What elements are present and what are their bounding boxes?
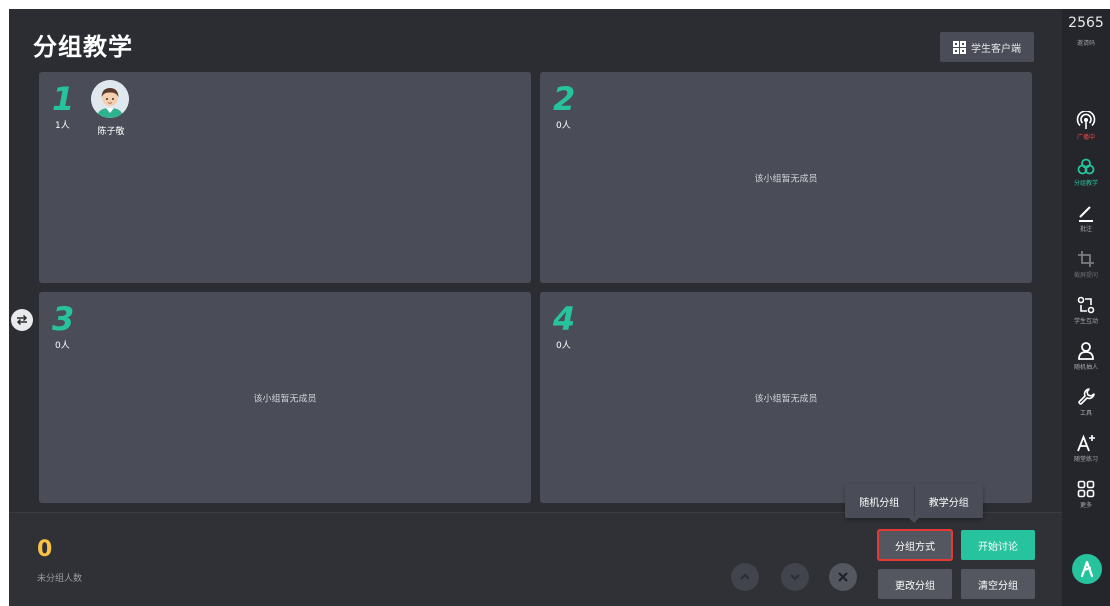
crop-icon (1078, 251, 1094, 267)
sidebar-label: 工具 (1079, 410, 1092, 417)
bottom-bar: 0 未分组人数 分组方式 开始讨论 更改分组 清空分组 (9, 512, 1062, 606)
sidebar-label: 截屏提问 (1073, 272, 1098, 279)
group-icon (1077, 158, 1095, 175)
sidebar-item-broadcast[interactable]: 广播中 (1062, 111, 1110, 151)
change-group-label: 更改分组 (895, 580, 935, 592)
group-count: 1人 (55, 121, 70, 131)
scroll-up-button[interactable] (731, 563, 759, 591)
group-count: 0人 (55, 341, 70, 351)
random-group-option[interactable]: 随机分组 (845, 494, 914, 509)
chevron-up-icon (740, 573, 750, 580)
group-number: 1 (52, 80, 75, 118)
student-client-label: 学生客户端 (971, 43, 1021, 55)
app-logo-icon (1080, 560, 1094, 578)
app-logo-button[interactable] (1072, 554, 1102, 584)
sidebar-item-group-teaching[interactable]: 分组教学 (1062, 157, 1110, 197)
broadcast-icon (1076, 111, 1096, 129)
wrench-icon (1078, 388, 1095, 405)
sidebar-item-screenshot-question[interactable]: 截屏提问 (1062, 249, 1110, 289)
font-plus-icon (1077, 434, 1095, 452)
group-method-label: 分组方式 (895, 541, 935, 553)
group-empty-text: 该小组暂无成员 (754, 394, 818, 404)
sidebar-label: 随机抽人 (1073, 364, 1098, 371)
sidebar-item-more[interactable]: 更多 (1062, 479, 1110, 519)
scroll-down-button[interactable] (781, 563, 809, 591)
group-empty-text: 该小组暂无成员 (253, 394, 317, 404)
right-sidebar: 2565 邀请码 广播中 分组教学 批注 截屏提问 学生互动 随机抽人 工具 随… (1062, 9, 1110, 606)
sidebar-item-tools[interactable]: 工具 (1062, 387, 1110, 427)
start-discussion-button[interactable]: 开始讨论 (961, 530, 1035, 560)
swap-arrows-icon (16, 314, 28, 326)
invite-code: 2565 (1068, 15, 1104, 31)
sidebar-item-annotate[interactable]: 批注 (1062, 203, 1110, 243)
student-client-button[interactable]: 学生客户端 (940, 32, 1034, 62)
page-title: 分组教学 (33, 33, 133, 61)
sidebar-label: 批注 (1079, 226, 1092, 233)
interaction-icon (1077, 296, 1095, 314)
sidebar-item-student-interaction[interactable]: 学生互动 (1062, 295, 1110, 335)
group-card-1[interactable]: 1 1人 陈子敬 (39, 72, 531, 283)
pen-icon (1079, 206, 1093, 222)
invite-label: 邀请码 (1076, 40, 1095, 47)
avatar (91, 80, 129, 118)
clear-group-label: 清空分组 (978, 580, 1018, 592)
member-item[interactable]: 陈子敬 (91, 80, 131, 137)
unassigned-count: 0 (37, 537, 53, 562)
unassigned-label: 未分组人数 (37, 574, 83, 584)
close-icon (838, 572, 848, 582)
start-discussion-label: 开始讨论 (978, 541, 1018, 553)
qr-code-icon (953, 40, 966, 54)
sidebar-label: 分组教学 (1073, 180, 1098, 187)
sidebar-label: 更多 (1079, 502, 1092, 509)
app-window: 分组教学 学生客户端 1 1人 陈子敬 2 0人 该小组暂无成员 3 0人 该小… (9, 9, 1110, 606)
member-name: 陈子敬 (97, 127, 125, 137)
sidebar-item-classroom-exercise[interactable]: 随堂练习 (1062, 433, 1110, 473)
group-empty-text: 该小组暂无成员 (754, 174, 818, 184)
sidebar-label: 随堂练习 (1073, 456, 1098, 463)
group-card-4[interactable]: 4 0人 该小组暂无成员 (540, 292, 1032, 503)
group-number: 2 (553, 80, 576, 118)
sidebar-item-random-pick[interactable]: 随机抽人 (1062, 341, 1110, 381)
sidebar-label: 广播中 (1076, 134, 1095, 141)
chevron-down-icon (790, 574, 800, 581)
clear-group-button[interactable]: 清空分组 (961, 569, 1035, 599)
group-count: 0人 (556, 121, 571, 131)
group-count: 0人 (556, 341, 571, 351)
sidebar-label: 学生互动 (1073, 318, 1098, 325)
swap-button[interactable] (11, 309, 33, 331)
group-method-button[interactable]: 分组方式 (878, 530, 952, 560)
group-card-3[interactable]: 3 0人 该小组暂无成员 (39, 292, 531, 503)
grid-icon (1077, 480, 1095, 498)
change-group-button[interactable]: 更改分组 (878, 569, 952, 599)
group-method-popover: 随机分组 教学分组 (845, 484, 984, 523)
teaching-group-option[interactable]: 教学分组 (915, 494, 984, 509)
student-avatar-icon (91, 80, 129, 118)
group-number: 3 (52, 300, 75, 338)
group-card-2[interactable]: 2 0人 该小组暂无成员 (540, 72, 1032, 283)
popover-arrow (909, 518, 919, 523)
close-button[interactable] (829, 563, 857, 591)
person-icon (1078, 342, 1094, 360)
group-number: 4 (553, 300, 576, 338)
